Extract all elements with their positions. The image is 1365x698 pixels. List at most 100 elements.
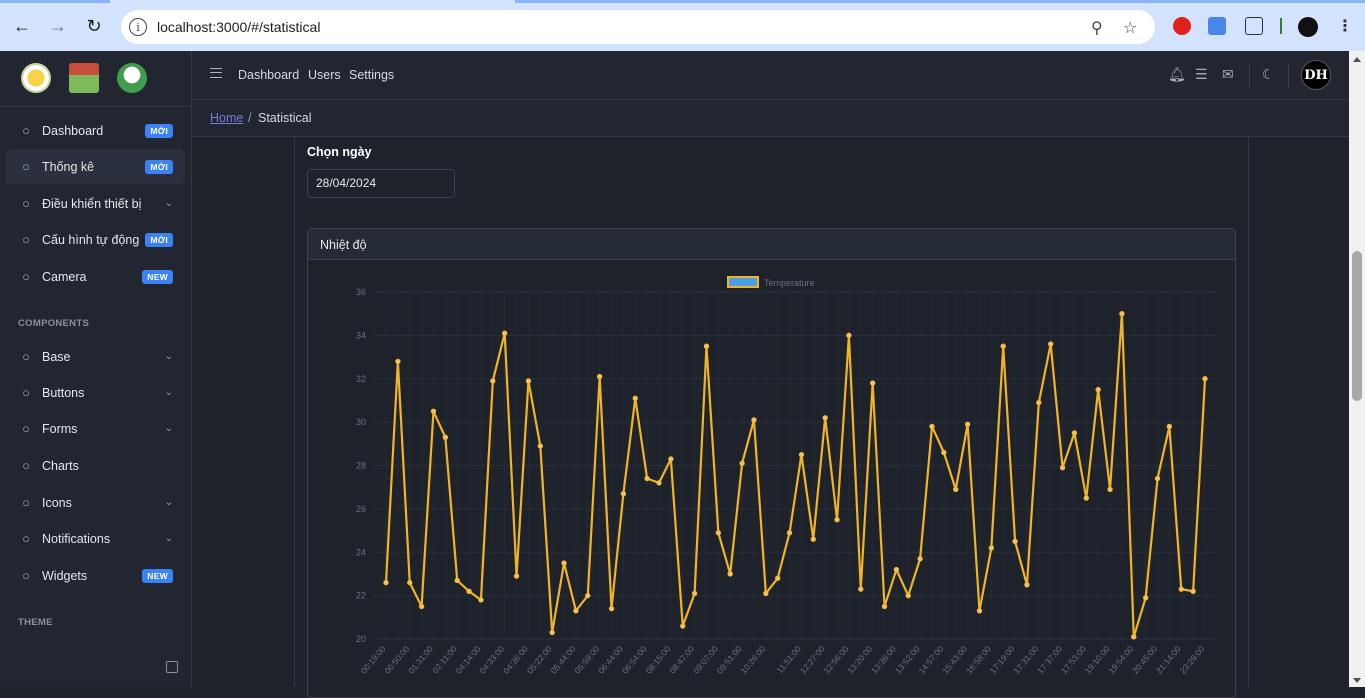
- data-point: [774, 575, 781, 581]
- address-bar[interactable]: i localhost:3000/#/statistical ⚲ ☆: [121, 10, 1155, 44]
- sidebar-item-notifications[interactable]: ○ Notifications ⌄: [6, 521, 185, 556]
- data-point: [1107, 486, 1113, 493]
- forward-icon[interactable]: →: [46, 14, 70, 38]
- sidebar-brand: [0, 51, 191, 107]
- y-tick-label: 28: [356, 461, 366, 471]
- data-point: [430, 408, 437, 414]
- sidebar-item-điều-khiển-thiết-bị[interactable]: ○ Điều khiển thiết bị ⌄: [6, 186, 185, 221]
- breadcrumb: Home / Statistical: [192, 100, 1349, 137]
- header-link-users[interactable]: Users: [308, 68, 341, 82]
- sidebar-item-thống-kê[interactable]: ○ Thống kê MỚI: [6, 149, 185, 184]
- breadcrumb-current: Statistical: [258, 111, 312, 125]
- data-point: [1202, 376, 1208, 382]
- brand-logo-farm[interactable]: [117, 63, 147, 93]
- speedometer-icon: ○: [22, 123, 30, 138]
- translate-extension-icon[interactable]: [1208, 17, 1226, 35]
- scroll-thumb[interactable]: [1352, 251, 1362, 401]
- toolbar-divider: [1280, 18, 1282, 34]
- data-point: [549, 629, 555, 636]
- brand-logo-2[interactable]: [69, 63, 99, 93]
- sidebar: ○ Dashboard MỚI ○ Thống kê MỚI ○ Điều khiển thi…: [0, 51, 192, 687]
- header-link-settings[interactable]: Settings: [349, 68, 394, 82]
- header-link-dashboard[interactable]: Dashboard: [238, 68, 299, 82]
- data-point: [763, 590, 769, 597]
- sidebar-item-forms[interactable]: ○ Forms ⌄: [6, 411, 185, 446]
- sidebar-item-camera[interactable]: ○ Camera NEW: [6, 259, 185, 294]
- data-point: [680, 623, 686, 629]
- envelope-open-icon[interactable]: ✉: [1222, 66, 1234, 83]
- date-input[interactable]: 28/04/2024: [307, 169, 455, 198]
- header-divider: [1288, 64, 1289, 88]
- data-point: [418, 603, 425, 610]
- data-point: [751, 417, 757, 423]
- back-icon[interactable]: ←: [10, 14, 34, 38]
- scroll-down-icon[interactable]: [1353, 678, 1361, 683]
- chevron-down-icon[interactable]: ⌄: [165, 198, 173, 209]
- y-tick-label: 36: [356, 287, 366, 297]
- data-point: [881, 603, 888, 610]
- moon-icon[interactable]: ☾: [1262, 66, 1275, 83]
- chevron-down-icon[interactable]: ⌄: [165, 351, 173, 362]
- data-point: [869, 380, 876, 386]
- data-point: [893, 566, 900, 573]
- devices-icon: ○: [22, 196, 30, 211]
- data-point: [573, 608, 579, 614]
- browser-toolbar: ← → ↻ i localhost:3000/#/statistical ⚲ ☆…: [0, 0, 1365, 51]
- data-point: [727, 571, 733, 577]
- sidebar-item-base[interactable]: ○ Base ⌄: [6, 339, 185, 374]
- sidebar-item-buttons[interactable]: ○ Buttons ⌄: [6, 375, 185, 410]
- data-point: [846, 332, 852, 339]
- scroll-up-icon[interactable]: [1353, 57, 1361, 62]
- brand-logo-1[interactable]: [21, 63, 51, 93]
- data-point: [905, 592, 911, 599]
- menu-toggle-icon[interactable]: [210, 68, 222, 78]
- data-point: [1119, 310, 1125, 317]
- sidebar-item-widgets[interactable]: ○ Widgets NEW: [6, 558, 185, 593]
- url-text[interactable]: localhost:3000/#/statistical: [157, 19, 320, 35]
- new-badge: MỚI: [145, 123, 173, 138]
- sidebar-item-dashboard[interactable]: ○ Dashboard MỚI: [6, 113, 185, 148]
- opera-extension-icon[interactable]: [1173, 17, 1191, 35]
- chevron-down-icon[interactable]: ⌄: [165, 533, 173, 544]
- data-point: [620, 490, 627, 497]
- x-tick-label: 10:26:00: [738, 644, 767, 676]
- sidebar-item-icons[interactable]: ○ Icons ⌄: [6, 485, 185, 520]
- chevron-down-icon[interactable]: ⌄: [165, 423, 173, 434]
- section-title-theme: THEME: [18, 617, 53, 628]
- extensions-puzzle-icon[interactable]: [1245, 17, 1263, 35]
- data-point: [1142, 595, 1149, 601]
- temperature-series-line: [384, 312, 1207, 638]
- data-point: [668, 456, 674, 462]
- data-point: [941, 449, 947, 456]
- profile-avatar[interactable]: [1298, 17, 1318, 37]
- page-scrollbar[interactable]: [1349, 51, 1365, 687]
- browser-menu-icon[interactable]: ⋮: [1337, 16, 1353, 36]
- sidebar-item-label: Cấu hình tự động: [42, 232, 140, 247]
- data-point: [964, 421, 971, 427]
- data-point: [703, 343, 710, 349]
- sidebar-item-label: Forms: [42, 421, 78, 436]
- reload-icon[interactable]: ↻: [82, 14, 106, 38]
- sidebar-item-cấu-hình-tự-động[interactable]: ○ Cấu hình tự động MỚI: [6, 222, 185, 257]
- zoom-icon[interactable]: ⚲: [1091, 18, 1103, 38]
- header-divider: [1249, 64, 1250, 88]
- data-point: [976, 608, 983, 614]
- chevron-down-icon[interactable]: ⌄: [165, 387, 173, 398]
- data-point: [478, 597, 484, 603]
- data-point: [739, 460, 745, 467]
- sidebar-toggler-icon[interactable]: [166, 661, 178, 673]
- data-point: [988, 545, 995, 551]
- user-avatar[interactable]: DH: [1301, 60, 1331, 90]
- sidebar-item-label: Thống kê: [42, 159, 95, 174]
- site-info-icon[interactable]: i: [129, 18, 147, 36]
- sidebar-item-charts[interactable]: ○ Charts: [6, 448, 185, 483]
- y-tick-label: 32: [356, 374, 366, 384]
- data-point: [1154, 475, 1161, 482]
- bell-icon[interactable]: 🔔︎: [1168, 66, 1186, 83]
- breadcrumb-home-link[interactable]: Home: [210, 111, 243, 125]
- chevron-down-icon[interactable]: ⌄: [165, 497, 173, 508]
- task-list-icon[interactable]: ☰: [1195, 66, 1208, 83]
- data-point: [715, 530, 722, 536]
- sidebar-item-label: Buttons: [42, 385, 85, 400]
- bookmark-star-icon[interactable]: ☆: [1123, 18, 1137, 38]
